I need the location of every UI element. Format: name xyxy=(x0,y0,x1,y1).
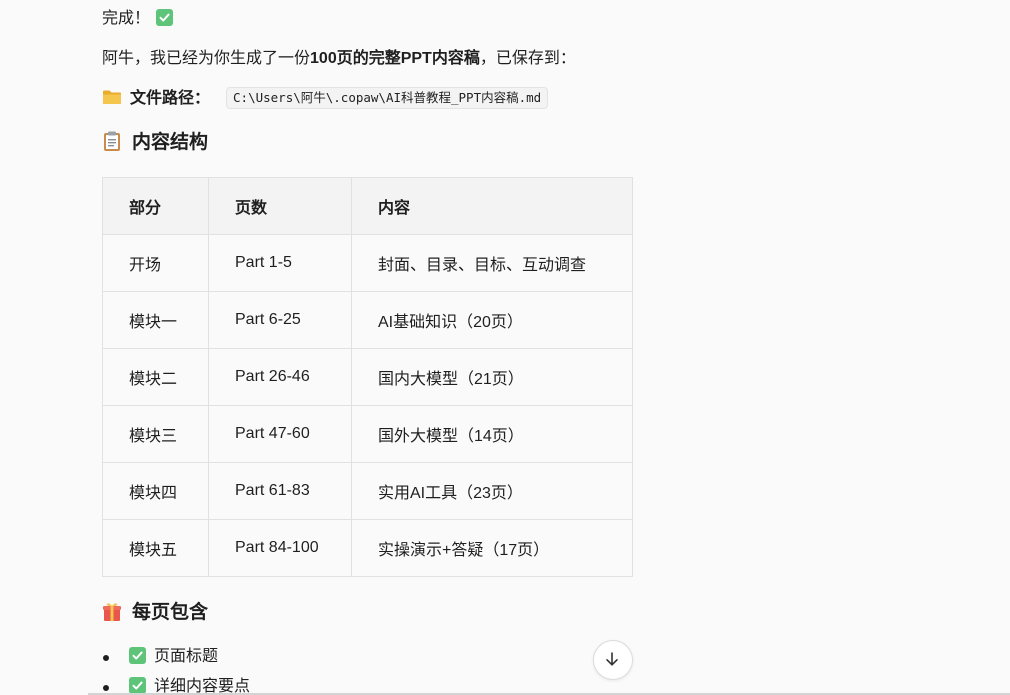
table-row: 模块二 Part 26-46 国内大模型（21页） xyxy=(102,348,633,406)
cell-content: 国内大模型（21页） xyxy=(351,348,633,406)
done-text: 完成！ xyxy=(102,10,151,27)
table-row: 模块四 Part 61-83 实用AI工具（23页） xyxy=(102,462,633,520)
cell-part: 模块五 xyxy=(102,519,209,577)
header-content: 内容 xyxy=(351,177,633,235)
perpage-heading: 每页包含 xyxy=(102,599,208,627)
table-row: 模块三 Part 47-60 国外大模型（14页） xyxy=(102,405,633,463)
gift-icon xyxy=(102,600,122,622)
cell-pages: Part 6-25 xyxy=(208,291,352,349)
cell-part: 开场 xyxy=(102,234,209,292)
list-item: 页面标题 xyxy=(103,645,250,675)
cell-content: 国外大模型（14页） xyxy=(351,405,633,463)
scroll-to-bottom-button[interactable] xyxy=(593,640,633,680)
cell-part: 模块四 xyxy=(102,462,209,520)
bullet-icon xyxy=(103,685,109,691)
cell-part: 模块三 xyxy=(102,405,209,463)
cell-content: 实用AI工具（23页） xyxy=(351,462,633,520)
folder-icon xyxy=(102,89,122,105)
file-path-line: 文件路径： C:\Users\阿牛\.copaw\AI科普教程_PPT内容稿.md xyxy=(102,87,549,111)
header-pages: 页数 xyxy=(208,177,352,235)
intro-suffix: ，已保存到： xyxy=(479,50,576,67)
file-path-code[interactable]: C:\Users\阿牛\.copaw\AI科普教程_PPT内容稿.md xyxy=(226,87,549,109)
clipboard-icon xyxy=(102,130,122,152)
cell-content: 实操演示+答疑（17页） xyxy=(351,519,633,577)
structure-title: 内容结构 xyxy=(132,132,209,153)
intro-prefix: 阿牛，我已经为你生成了一份 xyxy=(102,50,311,67)
cell-pages: Part 1-5 xyxy=(208,234,352,292)
check-mark-icon xyxy=(129,677,146,694)
cell-content: AI基础知识（20页） xyxy=(351,291,633,349)
structure-table: 部分 页数 内容 开场 Part 1-5 封面、目录、目标、互动调查 模块一 P… xyxy=(102,177,633,577)
cell-pages: Part 84-100 xyxy=(208,519,352,577)
cell-pages: Part 47-60 xyxy=(208,405,352,463)
cell-pages: Part 61-83 xyxy=(208,462,352,520)
intro-text: 阿牛，我已经为你生成了一份100页的完整PPT内容稿，已保存到： xyxy=(102,47,576,71)
list-item-label: 页面标题 xyxy=(154,648,219,665)
structure-heading: 内容结构 xyxy=(102,129,208,157)
header-part: 部分 xyxy=(102,177,209,235)
table-row: 模块五 Part 84-100 实操演示+答疑（17页） xyxy=(102,519,633,577)
bullet-icon xyxy=(103,655,109,661)
cell-pages: Part 26-46 xyxy=(208,348,352,406)
cell-part: 模块一 xyxy=(102,291,209,349)
perpage-list: 页面标题 详细内容要点 xyxy=(103,645,250,695)
arrow-down-icon xyxy=(606,652,618,666)
done-line: 完成！ xyxy=(102,7,174,31)
table-row: 开场 Part 1-5 封面、目录、目标、互动调查 xyxy=(102,234,633,292)
table-header-row: 部分 页数 内容 xyxy=(102,177,633,235)
intro-bold: 100页的完整PPT内容稿 xyxy=(310,50,480,67)
table-row: 模块一 Part 6-25 AI基础知识（20页） xyxy=(102,291,633,349)
check-mark-icon xyxy=(129,647,146,664)
perpage-title: 每页包含 xyxy=(132,602,209,623)
check-mark-icon xyxy=(156,9,174,26)
cell-content: 封面、目录、目标、互动调查 xyxy=(351,234,633,292)
file-path-label: 文件路径： xyxy=(130,90,211,107)
cell-part: 模块二 xyxy=(102,348,209,406)
list-item: 详细内容要点 xyxy=(103,675,250,695)
